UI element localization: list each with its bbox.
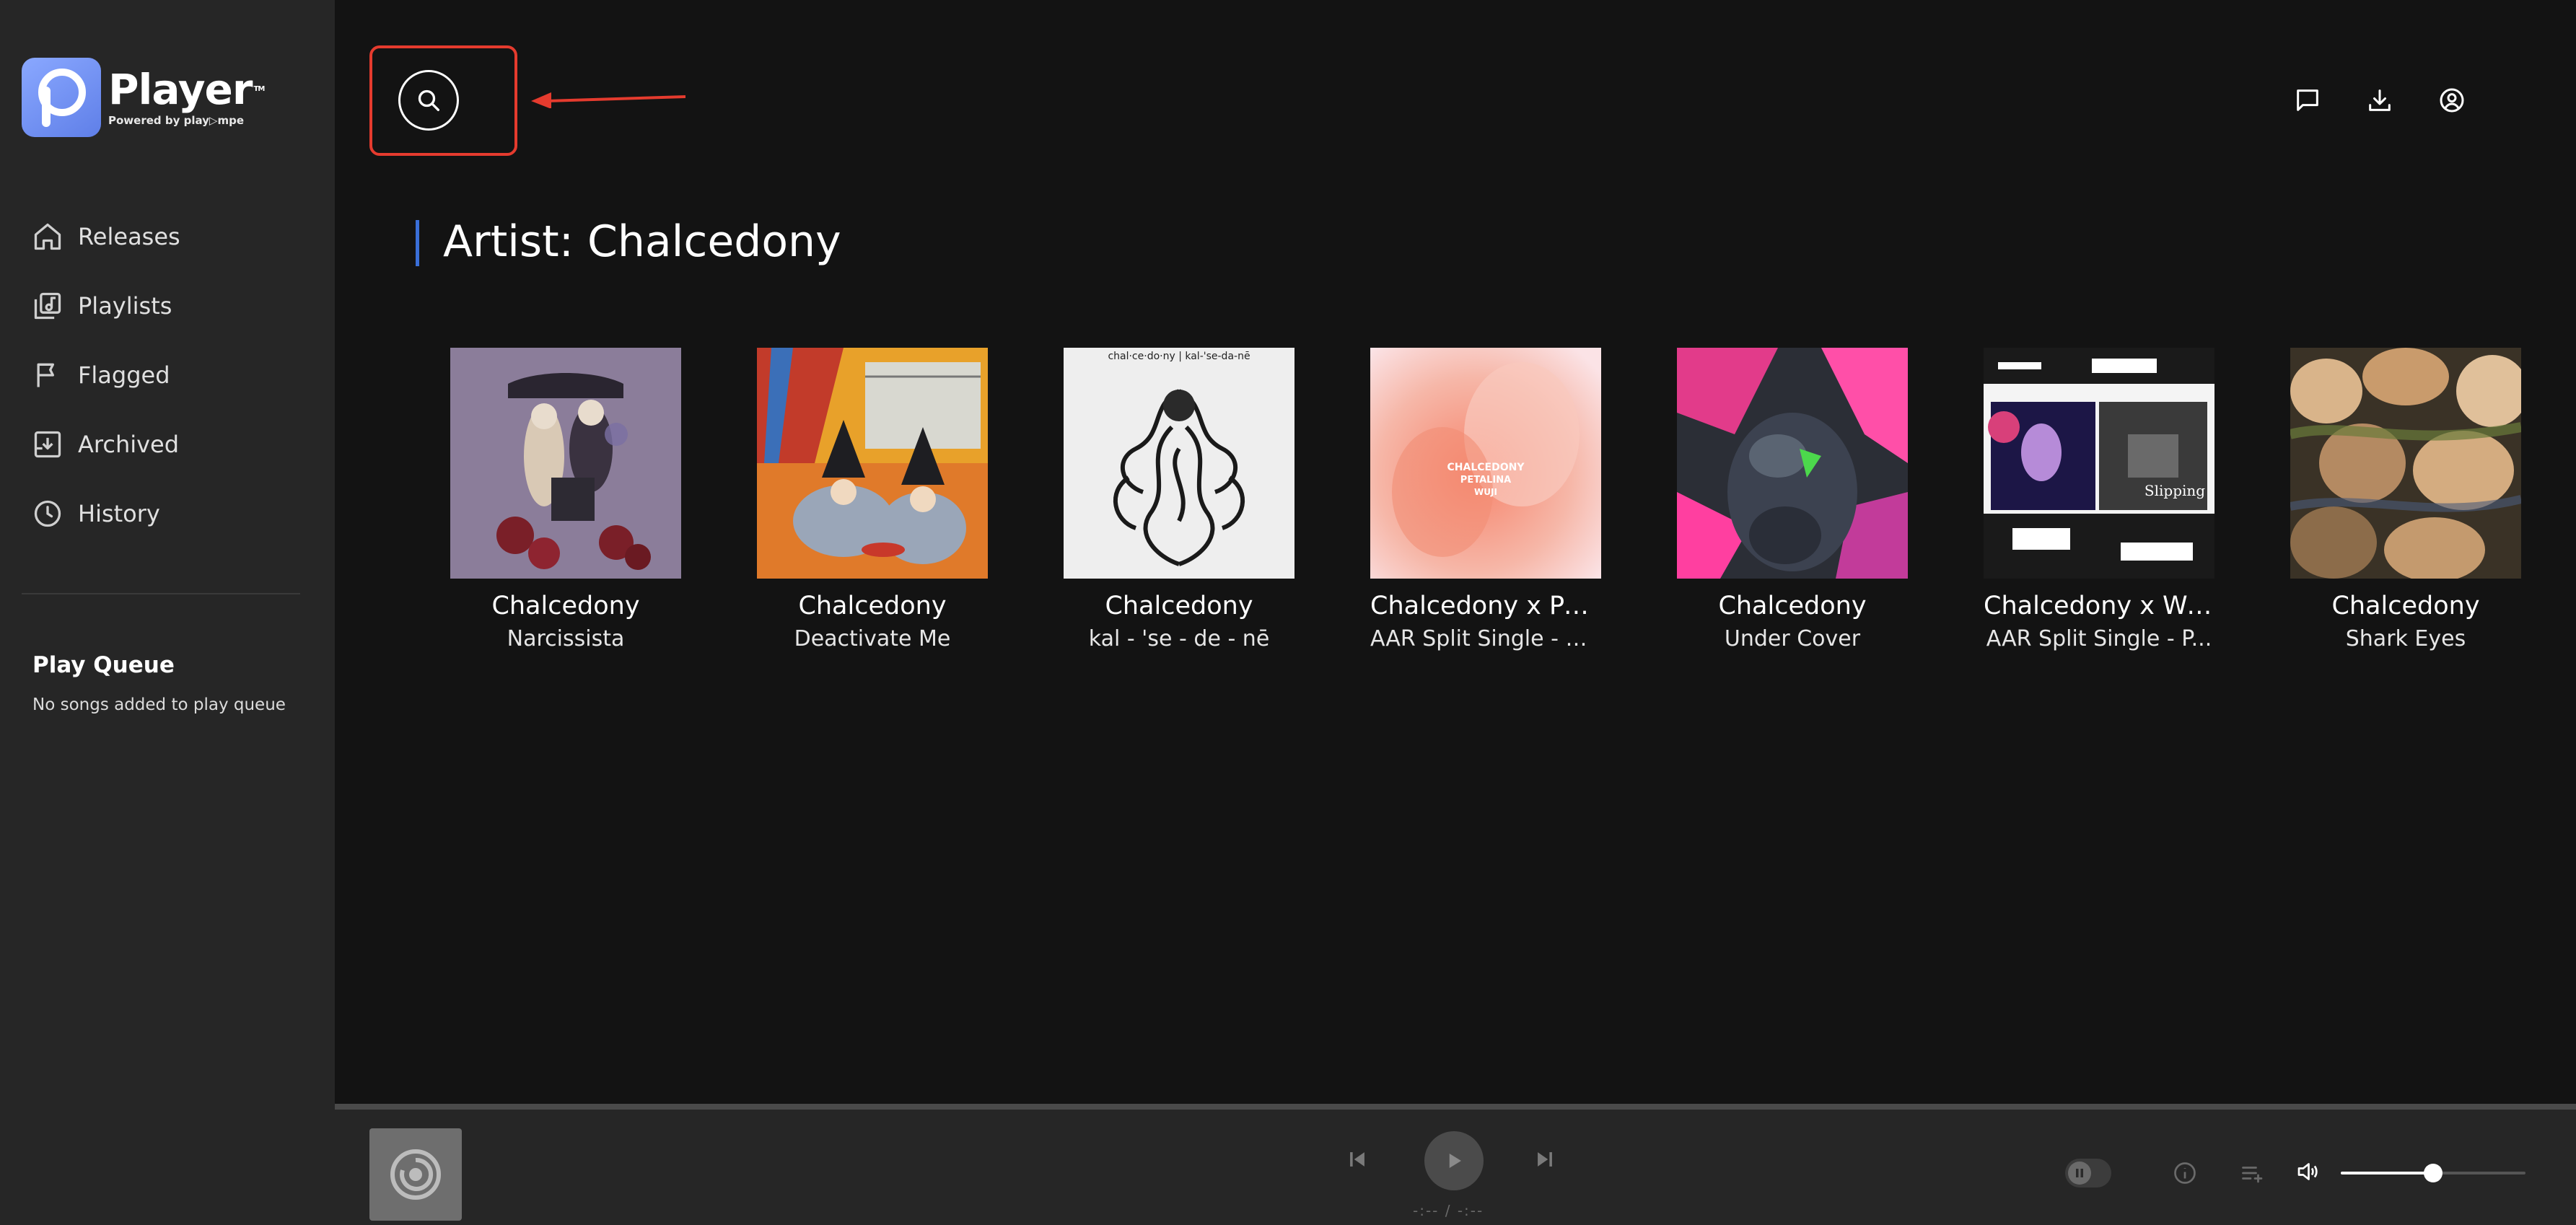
disc-icon (390, 1149, 441, 1200)
skip-previous-icon (1350, 1152, 1364, 1167)
release-title: AAR Split Single - P... (1986, 626, 2212, 651)
svg-text:Slipping: Slipping (2145, 482, 2205, 499)
release-artist: Chalcedony (491, 592, 640, 620)
playlist-icon (34, 292, 61, 320)
sidebar-item-history[interactable]: History (32, 479, 180, 548)
volume-thumb[interactable] (2424, 1164, 2443, 1182)
album-cover[interactable] (1677, 348, 1908, 579)
now-playing-artwork (369, 1128, 462, 1221)
release-card[interactable]: Chalcedony Deactivate Me (757, 348, 988, 651)
release-card[interactable]: chal·ce·do·ny | kal-'se-da-nē Chalcedony… (1064, 348, 1294, 651)
sidebar: Player TM Powered by play▷mpe Releases Pl… (0, 0, 335, 1225)
release-title: Under Cover (1724, 626, 1861, 651)
download-button[interactable] (2362, 83, 2397, 118)
album-cover[interactable] (2290, 348, 2521, 579)
app-window: Player TM Powered by play▷mpe Releases Pl… (0, 0, 2576, 1225)
play-button[interactable] (1424, 1131, 1484, 1190)
sidebar-item-label: Archived (78, 431, 180, 458)
release-title: AAR Split Single - D... (1370, 626, 1601, 651)
page-title: Artist: Chalcedony (443, 216, 841, 267)
playback-time: -:-- / -:-- (1413, 1202, 1484, 1219)
app-name: Player (108, 65, 253, 114)
add-to-queue-button[interactable] (2240, 1160, 2266, 1189)
logo-icon (22, 58, 101, 137)
message-icon (2297, 89, 2318, 111)
sidebar-item-playlists[interactable]: Playlists (32, 271, 180, 341)
sidebar-item-label: Releases (78, 223, 180, 250)
release-card[interactable]: Chalcedony Shark Eyes (2290, 348, 2521, 651)
app-logo[interactable]: Player TM Powered by play▷mpe (22, 58, 265, 137)
sidebar-item-releases[interactable]: Releases (32, 202, 180, 271)
header-actions (2290, 83, 2507, 118)
sidebar-item-archived[interactable]: Archived (32, 410, 180, 479)
skip-next-icon (1538, 1152, 1552, 1167)
volume-button[interactable] (2295, 1159, 2321, 1187)
annotation-arrow-icon (531, 92, 685, 108)
sidebar-item-label: Playlists (78, 292, 172, 320)
release-title: Deactivate Me (794, 626, 951, 651)
search-icon (418, 89, 439, 111)
app-tagline: Powered by play▷mpe (108, 114, 244, 127)
release-artist: Chalcedony (1105, 592, 1253, 620)
album-cover[interactable]: chal·ce·do·ny | kal-'se-da-nē (1064, 348, 1294, 579)
play-queue-empty-message: No songs added to play queue (32, 695, 286, 714)
track-info-button[interactable] (2172, 1160, 2198, 1189)
player-progress-track[interactable] (335, 1104, 2576, 1110)
download-icon (2369, 89, 2391, 111)
album-cover[interactable] (450, 348, 681, 579)
play-icon (1449, 1154, 1461, 1168)
release-title: Shark Eyes (2345, 626, 2466, 651)
sidebar-item-label: Flagged (78, 361, 170, 389)
flag-icon (37, 363, 54, 387)
volume-icon (2297, 1163, 2318, 1180)
release-artist: Chalcedony x Pet... (1370, 592, 1601, 620)
release-artist: Chalcedony (1718, 592, 1867, 620)
account-button[interactable] (2435, 83, 2469, 118)
release-artist: Chalcedony (2331, 592, 2480, 620)
home-icon (34, 223, 61, 250)
archive-icon (34, 431, 61, 458)
pause-icon (2068, 1162, 2091, 1185)
release-artist: Chalcedony (798, 592, 947, 620)
next-track-button[interactable] (1533, 1147, 1557, 1174)
sidebar-divider (22, 593, 300, 594)
clock-icon (34, 500, 61, 527)
play-queue-title: Play Queue (32, 652, 175, 678)
release-grid: Chalcedony Narcissista Chalcedony Deacti… (450, 348, 2576, 651)
svg-text:WUJI: WUJI (1474, 487, 1497, 497)
album-cover[interactable]: Slipping (1984, 348, 2214, 579)
sidebar-nav: Releases Playlists Flagged Archived Hist… (32, 202, 180, 548)
feedback-button[interactable] (2290, 83, 2325, 118)
info-icon (2174, 1162, 2196, 1184)
release-card[interactable]: CHALCEDONY PETALINA WUJI Chalcedony x Pe… (1370, 348, 1601, 651)
release-card[interactable]: Slipping Chalcedony x Wuji AAR Split Sin… (1984, 348, 2214, 651)
album-cover[interactable] (757, 348, 988, 579)
svg-text:CHALCEDONY: CHALCEDONY (1447, 462, 1525, 473)
release-artist: Chalcedony x Wuji (1984, 592, 2214, 620)
album-cover[interactable]: CHALCEDONY PETALINA WUJI (1370, 348, 1601, 579)
volume-fill (2341, 1172, 2433, 1174)
search-button[interactable] (398, 70, 459, 131)
heading-accent-bar (416, 220, 419, 266)
svg-text:PETALINA: PETALINA (1460, 475, 1511, 486)
account-icon (2440, 88, 2464, 113)
volume-slider[interactable] (2341, 1164, 2525, 1182)
previous-track-button[interactable] (1345, 1147, 1370, 1174)
release-title: kal - 'se - de - nē (1088, 626, 1270, 651)
svg-text:chal·ce·do·ny | kal-'se-da-nē: chal·ce·do·ny | kal-'se-da-nē (1108, 351, 1250, 362)
player-bar: -:-- / -:-- (335, 1110, 2576, 1225)
sidebar-item-flagged[interactable]: Flagged (32, 341, 180, 410)
queue-add-icon (2242, 1167, 2263, 1183)
release-card[interactable]: Chalcedony Under Cover (1677, 348, 1908, 651)
autoplay-toggle[interactable] (2065, 1159, 2111, 1187)
release-card[interactable]: Chalcedony Narcissista (450, 348, 681, 651)
release-title: Narcissista (507, 626, 625, 651)
sidebar-item-label: History (78, 500, 160, 527)
